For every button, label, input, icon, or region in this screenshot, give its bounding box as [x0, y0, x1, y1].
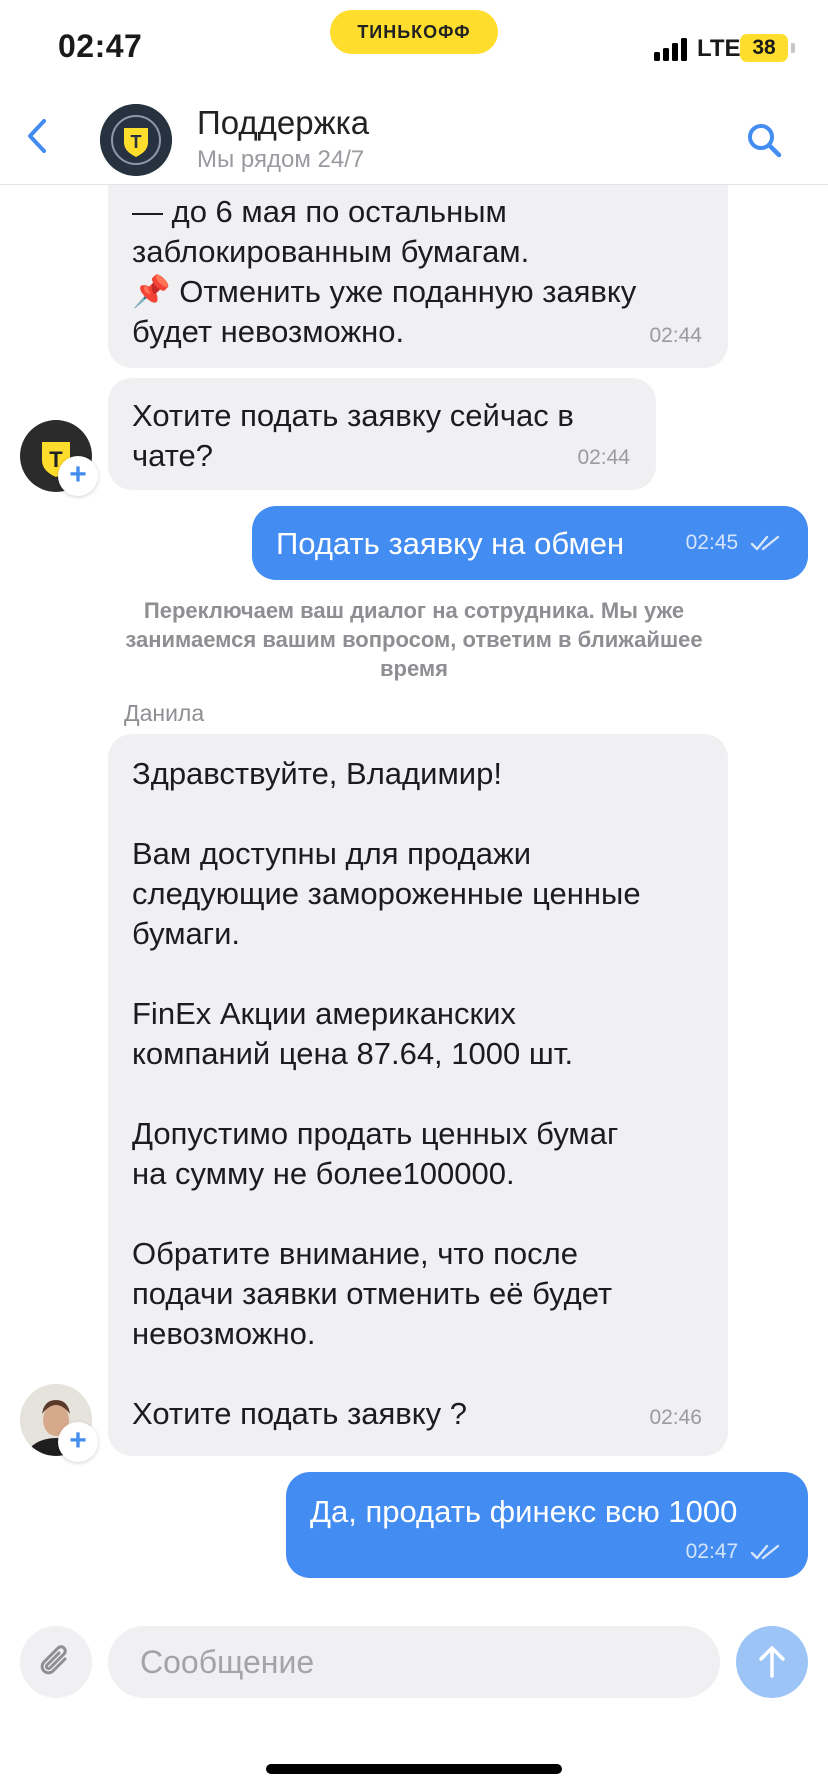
message-time-row: 02:47: [686, 1540, 782, 1564]
chat-header: Т Поддержка Мы рядом 24/7: [0, 84, 828, 185]
support-avatar[interactable]: Т: [100, 104, 172, 176]
message-time-row: 02:45: [686, 531, 782, 555]
add-contact-icon[interactable]: +: [58, 1422, 98, 1462]
message-line: Здравствуйте, Владимир!: [132, 756, 502, 791]
message-bubble-incoming: Здравствуйте, Владимир! Вам доступны для…: [108, 734, 728, 1456]
chevron-left-icon[interactable]: [22, 118, 54, 154]
message-line: невозможно.: [132, 1316, 316, 1351]
battery-icon: 38: [740, 34, 788, 62]
message-time: 02:44: [649, 324, 702, 347]
message-line: будет невозможно.: [132, 314, 405, 349]
message-time: 02:45: [685, 531, 739, 554]
add-contact-icon[interactable]: +: [58, 456, 98, 496]
message-time: 02:46: [649, 1406, 702, 1429]
svg-text:Т: Т: [131, 132, 142, 152]
arrow-up-icon: [759, 1646, 785, 1678]
attach-button[interactable]: [20, 1626, 92, 1698]
message-line: заблокированным бумагам.: [132, 234, 530, 269]
message-text: Подать заявку на обмен: [276, 526, 625, 561]
message-line: Хотите подать заявку сейчас в: [132, 398, 574, 433]
brand-pill[interactable]: ТИНЬКОФФ: [330, 10, 498, 54]
read-checkmarks-icon: [750, 1545, 780, 1560]
message-time: 02:44: [577, 446, 630, 469]
message-line: следующие замороженные ценные: [132, 876, 641, 911]
status-time: 02:47: [58, 28, 143, 64]
signal-icon: [654, 37, 694, 61]
message-bubble-incoming: — до 6 мая по остальным заблокированным …: [108, 160, 728, 368]
network-type: LTE: [697, 35, 741, 62]
send-button[interactable]: [736, 1626, 808, 1698]
message-line: компаний цена 87.64, 1000 шт.: [132, 1036, 574, 1071]
message-line: Хотите подать заявку ?: [132, 1396, 468, 1431]
message-line: FinEx Акции американских: [132, 996, 516, 1031]
message-text: Да, продать финекс всю 1000: [310, 1494, 738, 1529]
message-bubble-outgoing: Да, продать финекс всю 1000 02:47: [286, 1472, 808, 1578]
chat-title: Поддержка: [197, 104, 370, 141]
message-line: бумаги.: [132, 916, 241, 951]
message-input[interactable]: [108, 1626, 720, 1698]
message-time: 02:47: [685, 1540, 739, 1563]
message-line: Допустимо продать ценных бумаг: [132, 1116, 619, 1151]
home-indicator: [266, 1764, 562, 1774]
message-line: 📌 Отменить уже поданную заявку: [132, 274, 637, 309]
paperclip-icon: [40, 1645, 67, 1675]
message-line: на сумму не более100000.: [132, 1156, 515, 1191]
message-line: чате?: [132, 438, 214, 473]
message-bubble-incoming: Хотите подать заявку сейчас в чате? 02:4…: [108, 378, 656, 490]
read-checkmarks-icon: [750, 536, 780, 551]
message-line: подачи заявки отменить её будет: [132, 1276, 613, 1311]
search-icon[interactable]: [744, 120, 784, 160]
sender-name: Данила: [124, 700, 205, 726]
system-notice: Переключаем ваш диалог на сотрудника. Мы…: [125, 598, 703, 681]
battery-cap: [791, 43, 795, 53]
message-bubble-outgoing: Подать заявку на обмен 02:45: [252, 506, 808, 580]
message-line: Вам доступны для продажи: [132, 836, 532, 871]
message-line: — до 6 мая по остальным: [132, 194, 507, 229]
chat-subtitle: Мы рядом 24/7: [197, 146, 365, 173]
message-line: Обратите внимание, что после: [132, 1236, 578, 1271]
